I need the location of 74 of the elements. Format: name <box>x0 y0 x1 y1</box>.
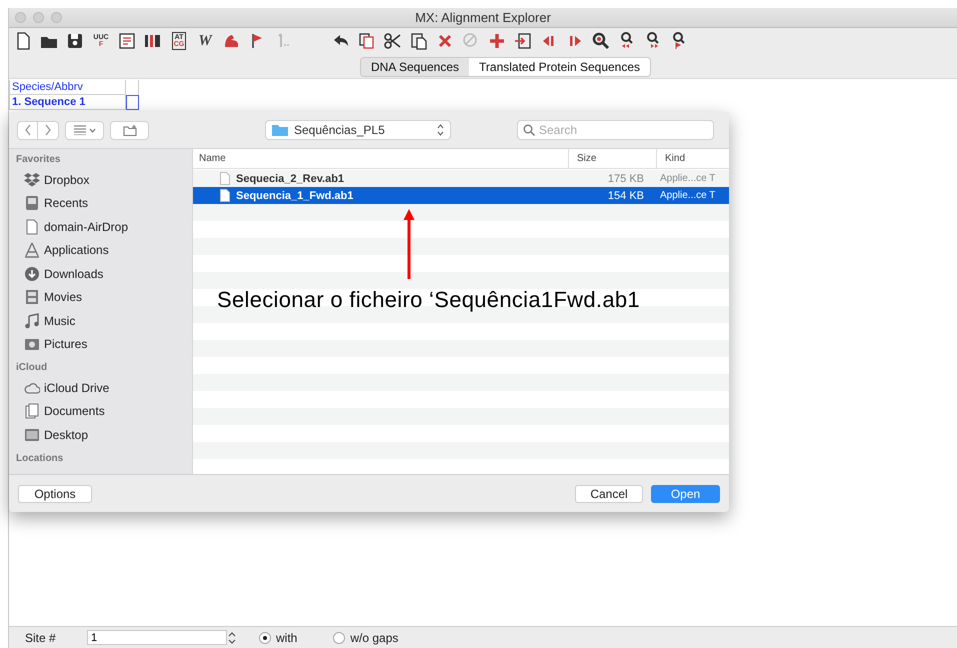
view-options-button[interactable] <box>65 120 104 140</box>
column-header[interactable]: Name <box>199 153 226 164</box>
forward-button[interactable] <box>38 120 59 140</box>
sidebar-item[interactable]: Downloads <box>44 266 104 281</box>
list-icon <box>74 125 86 135</box>
file-kind: Applie...ce T <box>659 190 716 201</box>
options-button[interactable]: Options <box>18 484 92 502</box>
sidebar-heading: Locations <box>15 452 64 466</box>
search-icon <box>523 124 535 136</box>
folder-icon <box>272 124 288 136</box>
music-note-icon <box>24 312 40 329</box>
document-icon <box>220 172 230 185</box>
desktop-icon <box>24 426 40 443</box>
file-size: 175 KB <box>606 172 645 184</box>
sidebar-heading: iCloud <box>15 361 48 375</box>
stepper-icon <box>437 124 444 136</box>
site-label: Site # <box>25 630 57 644</box>
sidebar-item[interactable]: Pictures <box>44 337 88 352</box>
file-row[interactable]: Sequecia_2_Rev.ab1 175 KB Applie...ce T <box>193 170 729 187</box>
file-size: 154 KB <box>606 190 645 202</box>
sidebar-item[interactable]: Music <box>44 314 76 328</box>
search-icon[interactable] <box>591 31 611 51</box>
window-title: MX: Alignment Explorer <box>415 10 551 25</box>
radio-button[interactable]: with <box>259 630 298 644</box>
column-header[interactable]: Size <box>577 153 596 164</box>
sidebar-item[interactable]: Dropbox <box>44 172 90 187</box>
save-icon[interactable] <box>65 31 85 51</box>
sidebar-heading: Favorites <box>15 153 62 167</box>
sequence-cell[interactable] <box>126 95 139 110</box>
applications-icon <box>24 242 40 258</box>
download-icon <box>24 266 40 282</box>
camera-icon <box>24 336 40 352</box>
sidebar-item[interactable]: iCloud Drive <box>44 380 110 395</box>
new-folder-icon <box>122 124 136 136</box>
document-list-icon[interactable] <box>117 31 137 51</box>
caret-icon <box>88 128 96 132</box>
file-kind: Applie...ce T <box>659 173 716 184</box>
stepper-icon[interactable] <box>227 630 237 646</box>
scissors-icon[interactable] <box>383 31 403 51</box>
document-icon <box>24 218 40 235</box>
new-folder-button[interactable] <box>110 120 149 140</box>
site-field[interactable]: 1 <box>87 630 227 645</box>
chevron-right-icon <box>44 124 52 136</box>
column-header[interactable]: Kind <box>665 153 686 164</box>
sidebar-item[interactable]: Recents <box>44 196 88 210</box>
documents-icon <box>24 403 40 420</box>
back-button[interactable] <box>17 120 38 140</box>
chevron-left-icon <box>24 124 32 136</box>
file-name: Sequencia_1_Fwd.ab1 <box>236 190 354 202</box>
plus-icon[interactable] <box>487 31 507 51</box>
sidebar-item[interactable]: Documents <box>44 404 105 418</box>
tab[interactable]: DNA Sequences <box>360 58 470 76</box>
sidebar-item[interactable]: Desktop <box>44 428 88 442</box>
annotation-text: Selecionar o ficheiro ‘Sequência1Fwd.ab1 <box>217 287 640 313</box>
file-row[interactable]: Sequencia_1_Fwd.ab1 154 KB Applie...ce T <box>193 187 729 204</box>
sidebar-item[interactable]: domain-AirDrop <box>44 220 128 234</box>
dropbox-icon <box>24 172 40 188</box>
document-icon <box>220 189 230 202</box>
recents-icon <box>24 195 40 212</box>
arrow <box>403 208 415 279</box>
location-dropdown[interactable]: Sequências_PL5 <box>265 120 451 140</box>
radio-button[interactable]: w/o gaps <box>333 630 398 644</box>
paste-icon[interactable] <box>409 31 429 51</box>
file-name: Sequecia_2_Rev.ab1 <box>236 172 344 184</box>
sequence-name[interactable]: 1. Sequence 1 <box>9 95 126 110</box>
letter-icon[interactable]: W <box>198 32 212 50</box>
sidebar-item[interactable]: Applications <box>44 243 109 258</box>
column-header: Species/Abbrv <box>9 80 126 95</box>
tab[interactable]: Translated Protein Sequences <box>469 58 650 76</box>
search-field[interactable]: Search <box>517 120 714 140</box>
cancel-button[interactable]: Cancel <box>575 484 643 502</box>
sidebar-item[interactable]: Movies <box>44 290 82 304</box>
insert-icon[interactable] <box>513 31 533 51</box>
film-icon <box>24 289 40 306</box>
